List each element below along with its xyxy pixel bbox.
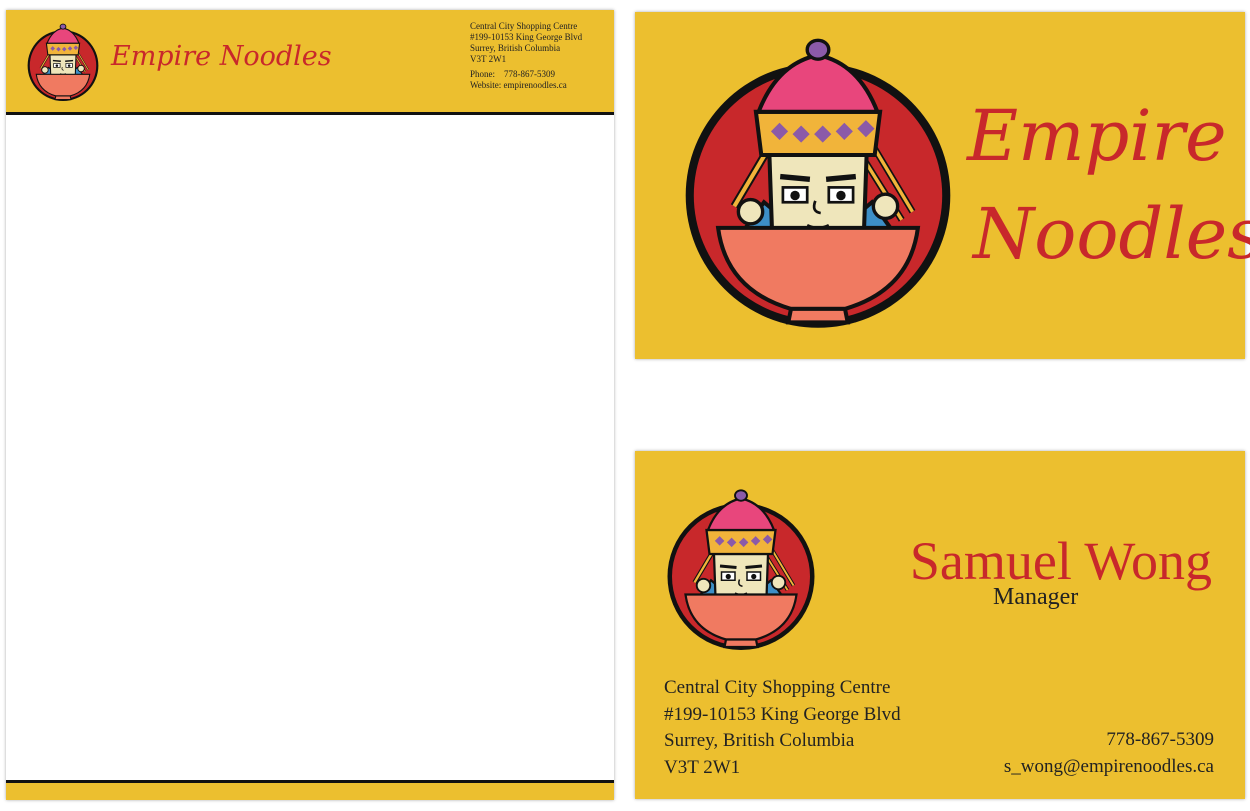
card-address-line: #199-10153 King George Blvd [664,703,901,725]
card-phone: 778-867-5309 [1106,729,1214,750]
card-contact: 778-867-5309 s_wong@empirenoodles.ca [1004,727,1214,780]
letterhead-phone: Phone: 778-867-5309 [470,69,610,80]
letterhead-website: Website: empirenoodles.ca [470,80,610,91]
letterhead-body [6,115,614,780]
empire-noodles-logo-icon [26,23,100,101]
empire-noodles-logo-icon [683,36,953,328]
phone-label: Phone: [470,69,496,79]
card-email: s_wong@empirenoodles.ca [1003,755,1214,777]
website-value: empirenoodles.ca [503,80,567,90]
person-title: Manager [993,584,1079,610]
letterhead-address-line: #199-10153 King George Blvd [470,32,583,42]
website-label: Website: [470,80,502,90]
card-address: Central City Shopping Centre #199-10153 … [664,675,901,781]
person-name: Samuel Wong [909,531,1212,591]
letterhead-header: Empire Noodles Central City Shopping Cen… [6,10,614,115]
card-brand-line2: Noodles [973,193,1250,275]
letterhead-address-line: V3T 2W1 [470,54,507,64]
card-brand-line1: Empire [967,95,1227,177]
empire-noodles-logo-icon [666,488,816,650]
card-address-line: Surrey, British Columbia [664,730,855,751]
letterhead-address-line: Surrey, British Columbia [470,43,561,53]
card-address-line: V3T 2W1 [664,756,741,778]
letterhead-footer [6,780,614,800]
letterhead: Empire Noodles Central City Shopping Cen… [6,10,614,800]
business-card-front: Empire Noodles [635,12,1250,359]
business-card-back: Samuel Wong Manager Central City Shoppin… [635,451,1245,799]
letterhead-contact: Central City Shopping Centre #199-10153 … [470,21,610,91]
card-address-line: Central City Shopping Centre [664,677,891,698]
letterhead-brand: Empire Noodles [111,41,332,72]
letterhead-address-line: Central City Shopping Centre [470,21,578,31]
phone-value: 778-867-5309 [504,69,556,79]
